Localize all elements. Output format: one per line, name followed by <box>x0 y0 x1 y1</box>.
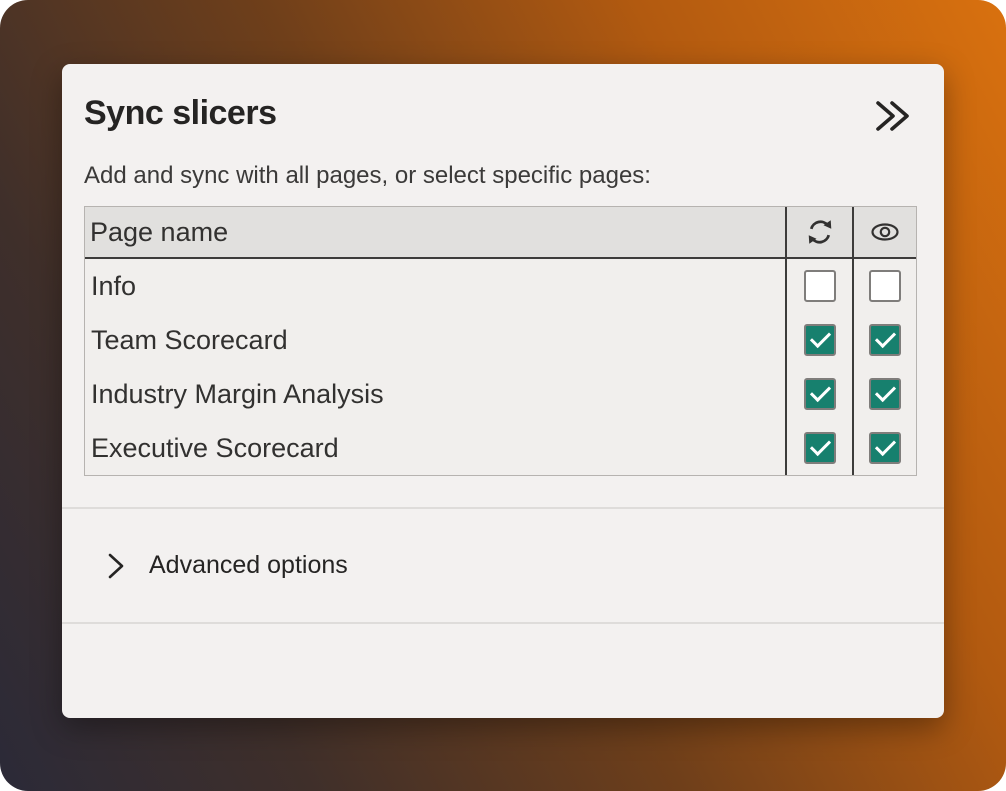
page-name-label: Team Scorecard <box>85 313 785 367</box>
table-row-sync-cell <box>785 421 852 475</box>
table-row-visibility-cell <box>852 313 916 367</box>
visibility-checkbox[interactable] <box>869 432 901 464</box>
table-row-visibility-cell <box>852 421 916 475</box>
double-chevron-right-icon <box>871 98 913 134</box>
advanced-options-label: Advanced options <box>149 551 348 580</box>
sync-pages-table: Page name <box>84 206 917 476</box>
pane-subtitle: Add and sync with all pages, or select s… <box>84 162 917 190</box>
sync-checkbox[interactable] <box>804 324 836 356</box>
divider <box>62 622 944 624</box>
background-gradient: Sync slicers Add and sync with all pages… <box>0 0 1006 791</box>
sync-checkbox[interactable] <box>804 432 836 464</box>
column-header-page-name: Page name <box>85 207 785 259</box>
visibility-checkbox[interactable] <box>869 324 901 356</box>
table-row-sync-cell <box>785 367 852 421</box>
column-header-visibility <box>852 207 916 259</box>
visibility-checkbox[interactable] <box>869 270 901 302</box>
visibility-checkbox[interactable] <box>869 378 901 410</box>
page-name-label: Info <box>85 259 785 313</box>
eye-icon <box>870 222 900 242</box>
sync-checkbox[interactable] <box>804 270 836 302</box>
table-row-visibility-cell <box>852 259 916 313</box>
sync-checkbox[interactable] <box>804 378 836 410</box>
chevron-right-icon <box>105 551 127 581</box>
table-row-visibility-cell <box>852 367 916 421</box>
page-title: Sync slicers <box>84 94 276 133</box>
sync-icon <box>805 217 835 247</box>
page-name-label: Industry Margin Analysis <box>85 367 785 421</box>
table-row-sync-cell <box>785 313 852 367</box>
column-header-sync <box>785 207 852 259</box>
collapse-pane-button[interactable] <box>867 96 917 139</box>
table-row-sync-cell <box>785 259 852 313</box>
sync-slicers-panel: Sync slicers Add and sync with all pages… <box>62 64 944 718</box>
advanced-options-expander[interactable]: Advanced options <box>62 509 944 622</box>
page-name-label: Executive Scorecard <box>85 421 785 475</box>
